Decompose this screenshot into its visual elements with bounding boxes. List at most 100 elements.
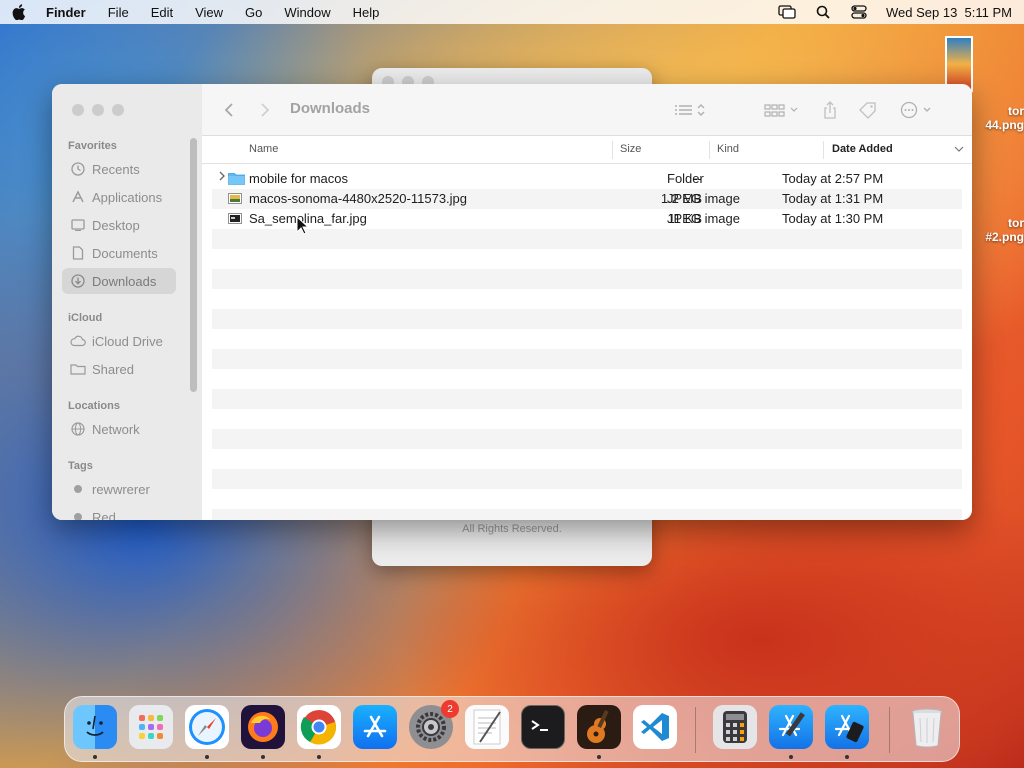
cloud-icon — [70, 333, 86, 349]
vscode-icon[interactable] — [633, 705, 677, 749]
sidebar-section-tags: Tags — [68, 460, 93, 472]
finder-sidebar: Favorites Recents Applications Desktop D… — [52, 84, 202, 520]
firefox-icon[interactable] — [241, 705, 285, 749]
sidebar-item-shared[interactable]: Shared — [62, 356, 176, 382]
sidebar-item-label: Red — [92, 509, 116, 521]
screen-mirroring-icon[interactable] — [778, 4, 796, 20]
sort-chevron-icon[interactable] — [954, 144, 964, 156]
tag-icon — [859, 102, 876, 119]
minimize-window-button[interactable] — [92, 104, 104, 116]
ellipsis-circle-icon — [900, 101, 931, 119]
sidebar-item-label: iCloud Drive — [92, 333, 163, 349]
chevron-right-icon — [261, 103, 270, 117]
back-button[interactable] — [224, 98, 234, 122]
sidebar-item-desktop[interactable]: Desktop — [62, 212, 176, 238]
menu-view[interactable]: View — [195, 5, 223, 20]
menu-edit[interactable]: Edit — [151, 5, 173, 20]
menu-go[interactable]: Go — [245, 5, 262, 20]
menu-window[interactable]: Window — [284, 5, 330, 20]
dock-separator — [695, 707, 696, 753]
finder-window: Favorites Recents Applications Desktop D… — [52, 84, 972, 520]
app-store-icon[interactable] — [353, 705, 397, 749]
sidebar-item-label: Network — [92, 421, 140, 437]
file-name: mobile for macos — [249, 171, 348, 186]
globe-icon — [70, 421, 86, 437]
group-by-button[interactable] — [764, 98, 800, 122]
column-name-header[interactable]: Name — [249, 143, 278, 155]
zoom-window-button[interactable] — [112, 104, 124, 116]
desktop-file-1[interactable]: tor 44.png — [985, 104, 1024, 132]
tags-button[interactable] — [858, 98, 878, 122]
sidebar-item-tag-rewwrerer[interactable]: rewwrerer — [62, 476, 176, 502]
desktop-file-2-line1: tor — [1008, 216, 1024, 230]
menu-file[interactable]: File — [108, 5, 129, 20]
sidebar-item-applications[interactable]: Applications — [62, 184, 176, 210]
list-view-toggle[interactable] — [674, 98, 708, 122]
column-kind-header[interactable]: Kind — [717, 143, 739, 155]
window-title: Downloads — [290, 100, 371, 117]
xcode-icon[interactable] — [769, 705, 813, 749]
disclosure-triangle-icon[interactable] — [218, 171, 226, 184]
calculator-icon[interactable] — [713, 705, 757, 749]
settings-icon[interactable]: 2 — [409, 700, 459, 749]
sidebar-item-documents[interactable]: Documents — [62, 240, 176, 266]
running-indicator — [317, 755, 321, 759]
file-date-added: Today at 1:31 PM — [782, 191, 884, 206]
sidebar-item-downloads[interactable]: Downloads — [62, 268, 176, 294]
share-button[interactable] — [822, 98, 838, 122]
sidebar-item-label: Recents — [92, 161, 140, 177]
file-kind: JPEG image — [667, 211, 740, 226]
more-actions-button[interactable] — [900, 98, 936, 122]
column-date-added-header[interactable]: Date Added — [832, 143, 893, 155]
safari-icon[interactable] — [185, 705, 229, 749]
desktop-file-1-line1: tor — [1008, 104, 1024, 118]
desktop-icon — [70, 217, 86, 233]
control-center-icon[interactable] — [850, 4, 868, 20]
file-name: macos-sonoma-4480x2520-11573.jpg — [249, 191, 468, 206]
launchpad-icon[interactable] — [129, 705, 173, 749]
grid-group-icon — [764, 104, 798, 117]
menu-app-name[interactable]: Finder — [46, 5, 86, 20]
close-window-button[interactable] — [72, 104, 84, 116]
spotlight-search-icon[interactable] — [814, 4, 832, 20]
running-indicator — [789, 755, 793, 759]
sidebar-item-recents[interactable]: Recents — [62, 156, 176, 182]
sidebar-scrollbar[interactable] — [190, 138, 197, 392]
dock: 2 — [64, 696, 960, 762]
empty-row-stripe — [212, 349, 962, 369]
empty-row-stripe — [212, 509, 962, 520]
list-view-icon — [675, 104, 705, 116]
garageband-icon[interactable] — [577, 705, 621, 749]
sidebar-item-label: Downloads — [92, 273, 157, 289]
chrome-icon[interactable] — [297, 705, 341, 749]
terminal-icon[interactable] — [521, 705, 565, 749]
image-file-icon — [228, 212, 244, 225]
simulator-icon[interactable] — [825, 705, 869, 749]
sidebar-section-icloud: iCloud — [68, 312, 103, 324]
forward-button[interactable] — [260, 98, 270, 122]
sidebar-item-label: Desktop — [92, 217, 140, 233]
chevron-left-icon — [224, 103, 233, 117]
desktop-file-2[interactable]: tor #2.png — [985, 216, 1024, 244]
folder-icon — [228, 172, 245, 185]
table-row[interactable]: macos-sonoma-4480x2520-11573.jpg 1.2 MB … — [212, 189, 962, 209]
sidebar-item-icloud-drive[interactable]: iCloud Drive — [62, 328, 176, 354]
column-size-header[interactable]: Size — [620, 143, 641, 155]
running-indicator — [597, 755, 601, 759]
menu-help[interactable]: Help — [353, 5, 380, 20]
apple-menu-icon[interactable] — [12, 4, 28, 20]
sidebar-item-network[interactable]: Network — [62, 416, 176, 442]
tag-dot-icon — [70, 509, 86, 520]
file-kind: Folder — [667, 171, 704, 186]
textedit-icon[interactable] — [465, 705, 509, 749]
table-row[interactable]: mobile for macos -- Folder Today at 2:57… — [212, 169, 962, 189]
sidebar-item-label: Shared — [92, 361, 134, 377]
sidebar-item-tag-red[interactable]: Red — [62, 504, 176, 520]
menu-clock[interactable]: Wed Sep 13 5:11 PM — [886, 5, 1012, 20]
table-row[interactable]: Sa_semolina_far.jpg 11 KB JPEG image Tod… — [212, 209, 962, 229]
trash-icon[interactable] — [905, 705, 949, 749]
sidebar-section-locations: Locations — [68, 400, 120, 412]
window-controls — [72, 104, 124, 116]
finder-icon[interactable] — [73, 705, 117, 749]
file-date-added: Today at 1:30 PM — [782, 211, 884, 226]
